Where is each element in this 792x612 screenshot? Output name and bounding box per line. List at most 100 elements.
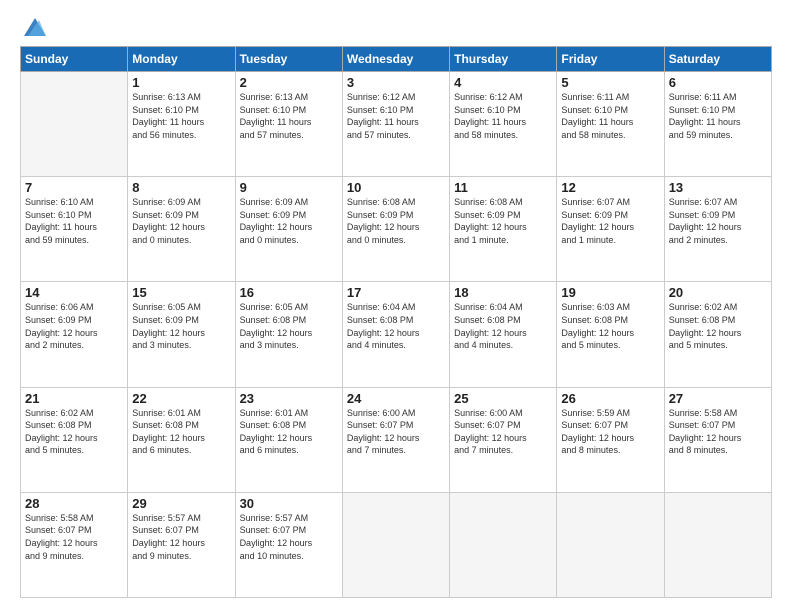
day-info: Sunrise: 5:57 AM Sunset: 6:07 PM Dayligh… <box>132 512 230 562</box>
day-info: Sunrise: 6:07 AM Sunset: 6:09 PM Dayligh… <box>669 196 767 246</box>
day-number: 26 <box>561 391 659 406</box>
day-cell: 12Sunrise: 6:07 AM Sunset: 6:09 PM Dayli… <box>557 177 664 282</box>
page: SundayMondayTuesdayWednesdayThursdayFrid… <box>0 0 792 612</box>
week-row-4: 21Sunrise: 6:02 AM Sunset: 6:08 PM Dayli… <box>21 387 772 492</box>
day-cell: 6Sunrise: 6:11 AM Sunset: 6:10 PM Daylig… <box>664 72 771 177</box>
day-info: Sunrise: 6:02 AM Sunset: 6:08 PM Dayligh… <box>669 301 767 351</box>
day-cell: 2Sunrise: 6:13 AM Sunset: 6:10 PM Daylig… <box>235 72 342 177</box>
day-info: Sunrise: 6:03 AM Sunset: 6:08 PM Dayligh… <box>561 301 659 351</box>
day-cell <box>664 492 771 597</box>
weekday-header-row: SundayMondayTuesdayWednesdayThursdayFrid… <box>21 47 772 72</box>
day-info: Sunrise: 6:13 AM Sunset: 6:10 PM Dayligh… <box>240 91 338 141</box>
day-info: Sunrise: 6:08 AM Sunset: 6:09 PM Dayligh… <box>347 196 445 246</box>
day-number: 14 <box>25 285 123 300</box>
day-info: Sunrise: 6:05 AM Sunset: 6:09 PM Dayligh… <box>132 301 230 351</box>
weekday-header-tuesday: Tuesday <box>235 47 342 72</box>
day-number: 1 <box>132 75 230 90</box>
day-cell: 10Sunrise: 6:08 AM Sunset: 6:09 PM Dayli… <box>342 177 449 282</box>
day-cell: 24Sunrise: 6:00 AM Sunset: 6:07 PM Dayli… <box>342 387 449 492</box>
weekday-header-wednesday: Wednesday <box>342 47 449 72</box>
day-number: 19 <box>561 285 659 300</box>
day-cell: 21Sunrise: 6:02 AM Sunset: 6:08 PM Dayli… <box>21 387 128 492</box>
day-number: 30 <box>240 496 338 511</box>
day-number: 13 <box>669 180 767 195</box>
logo <box>20 18 46 36</box>
day-number: 18 <box>454 285 552 300</box>
day-info: Sunrise: 5:57 AM Sunset: 6:07 PM Dayligh… <box>240 512 338 562</box>
day-info: Sunrise: 6:11 AM Sunset: 6:10 PM Dayligh… <box>561 91 659 141</box>
day-info: Sunrise: 6:09 AM Sunset: 6:09 PM Dayligh… <box>240 196 338 246</box>
day-cell: 15Sunrise: 6:05 AM Sunset: 6:09 PM Dayli… <box>128 282 235 387</box>
day-cell: 9Sunrise: 6:09 AM Sunset: 6:09 PM Daylig… <box>235 177 342 282</box>
day-info: Sunrise: 6:07 AM Sunset: 6:09 PM Dayligh… <box>561 196 659 246</box>
day-info: Sunrise: 5:58 AM Sunset: 6:07 PM Dayligh… <box>669 407 767 457</box>
day-number: 8 <box>132 180 230 195</box>
day-cell: 29Sunrise: 5:57 AM Sunset: 6:07 PM Dayli… <box>128 492 235 597</box>
day-cell: 25Sunrise: 6:00 AM Sunset: 6:07 PM Dayli… <box>450 387 557 492</box>
day-cell: 20Sunrise: 6:02 AM Sunset: 6:08 PM Dayli… <box>664 282 771 387</box>
day-number: 20 <box>669 285 767 300</box>
week-row-3: 14Sunrise: 6:06 AM Sunset: 6:09 PM Dayli… <box>21 282 772 387</box>
day-info: Sunrise: 6:09 AM Sunset: 6:09 PM Dayligh… <box>132 196 230 246</box>
day-info: Sunrise: 6:02 AM Sunset: 6:08 PM Dayligh… <box>25 407 123 457</box>
day-cell: 5Sunrise: 6:11 AM Sunset: 6:10 PM Daylig… <box>557 72 664 177</box>
week-row-2: 7Sunrise: 6:10 AM Sunset: 6:10 PM Daylig… <box>21 177 772 282</box>
day-number: 7 <box>25 180 123 195</box>
day-cell: 14Sunrise: 6:06 AM Sunset: 6:09 PM Dayli… <box>21 282 128 387</box>
day-info: Sunrise: 6:13 AM Sunset: 6:10 PM Dayligh… <box>132 91 230 141</box>
day-cell: 4Sunrise: 6:12 AM Sunset: 6:10 PM Daylig… <box>450 72 557 177</box>
day-cell: 13Sunrise: 6:07 AM Sunset: 6:09 PM Dayli… <box>664 177 771 282</box>
day-number: 25 <box>454 391 552 406</box>
day-number: 2 <box>240 75 338 90</box>
day-cell: 1Sunrise: 6:13 AM Sunset: 6:10 PM Daylig… <box>128 72 235 177</box>
day-cell: 23Sunrise: 6:01 AM Sunset: 6:08 PM Dayli… <box>235 387 342 492</box>
day-cell <box>557 492 664 597</box>
day-cell <box>21 72 128 177</box>
day-cell: 11Sunrise: 6:08 AM Sunset: 6:09 PM Dayli… <box>450 177 557 282</box>
day-info: Sunrise: 6:00 AM Sunset: 6:07 PM Dayligh… <box>454 407 552 457</box>
day-cell: 27Sunrise: 5:58 AM Sunset: 6:07 PM Dayli… <box>664 387 771 492</box>
day-info: Sunrise: 6:12 AM Sunset: 6:10 PM Dayligh… <box>347 91 445 141</box>
day-number: 17 <box>347 285 445 300</box>
day-info: Sunrise: 6:04 AM Sunset: 6:08 PM Dayligh… <box>454 301 552 351</box>
day-number: 4 <box>454 75 552 90</box>
day-cell: 22Sunrise: 6:01 AM Sunset: 6:08 PM Dayli… <box>128 387 235 492</box>
week-row-5: 28Sunrise: 5:58 AM Sunset: 6:07 PM Dayli… <box>21 492 772 597</box>
day-number: 15 <box>132 285 230 300</box>
day-info: Sunrise: 6:04 AM Sunset: 6:08 PM Dayligh… <box>347 301 445 351</box>
day-number: 16 <box>240 285 338 300</box>
day-info: Sunrise: 6:11 AM Sunset: 6:10 PM Dayligh… <box>669 91 767 141</box>
day-info: Sunrise: 6:05 AM Sunset: 6:08 PM Dayligh… <box>240 301 338 351</box>
day-number: 27 <box>669 391 767 406</box>
day-cell: 26Sunrise: 5:59 AM Sunset: 6:07 PM Dayli… <box>557 387 664 492</box>
day-info: Sunrise: 5:58 AM Sunset: 6:07 PM Dayligh… <box>25 512 123 562</box>
day-number: 10 <box>347 180 445 195</box>
weekday-header-friday: Friday <box>557 47 664 72</box>
day-number: 9 <box>240 180 338 195</box>
day-number: 21 <box>25 391 123 406</box>
day-info: Sunrise: 5:59 AM Sunset: 6:07 PM Dayligh… <box>561 407 659 457</box>
calendar-table: SundayMondayTuesdayWednesdayThursdayFrid… <box>20 46 772 598</box>
header <box>20 18 772 36</box>
weekday-header-sunday: Sunday <box>21 47 128 72</box>
day-cell <box>342 492 449 597</box>
day-cell: 16Sunrise: 6:05 AM Sunset: 6:08 PM Dayli… <box>235 282 342 387</box>
day-cell: 17Sunrise: 6:04 AM Sunset: 6:08 PM Dayli… <box>342 282 449 387</box>
day-number: 28 <box>25 496 123 511</box>
day-cell: 30Sunrise: 5:57 AM Sunset: 6:07 PM Dayli… <box>235 492 342 597</box>
day-info: Sunrise: 6:12 AM Sunset: 6:10 PM Dayligh… <box>454 91 552 141</box>
day-number: 5 <box>561 75 659 90</box>
day-cell: 8Sunrise: 6:09 AM Sunset: 6:09 PM Daylig… <box>128 177 235 282</box>
day-cell: 28Sunrise: 5:58 AM Sunset: 6:07 PM Dayli… <box>21 492 128 597</box>
day-info: Sunrise: 6:08 AM Sunset: 6:09 PM Dayligh… <box>454 196 552 246</box>
day-cell: 19Sunrise: 6:03 AM Sunset: 6:08 PM Dayli… <box>557 282 664 387</box>
day-cell: 3Sunrise: 6:12 AM Sunset: 6:10 PM Daylig… <box>342 72 449 177</box>
weekday-header-thursday: Thursday <box>450 47 557 72</box>
day-cell <box>450 492 557 597</box>
day-number: 11 <box>454 180 552 195</box>
day-number: 24 <box>347 391 445 406</box>
day-number: 23 <box>240 391 338 406</box>
week-row-1: 1Sunrise: 6:13 AM Sunset: 6:10 PM Daylig… <box>21 72 772 177</box>
day-info: Sunrise: 6:10 AM Sunset: 6:10 PM Dayligh… <box>25 196 123 246</box>
day-info: Sunrise: 6:00 AM Sunset: 6:07 PM Dayligh… <box>347 407 445 457</box>
